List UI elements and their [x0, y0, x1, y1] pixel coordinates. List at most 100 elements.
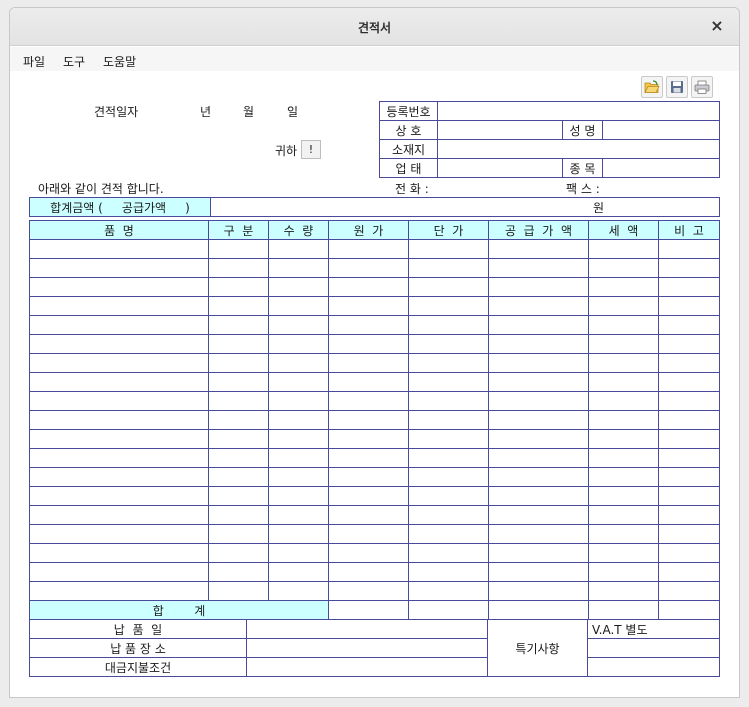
- table-cell[interactable]: [658, 353, 720, 373]
- table-cell[interactable]: [588, 372, 659, 392]
- table-cell[interactable]: [208, 543, 269, 563]
- table-cell[interactable]: [328, 277, 409, 297]
- table-cell[interactable]: [208, 258, 269, 278]
- table-cell[interactable]: [658, 467, 720, 487]
- table-cell[interactable]: [588, 315, 659, 335]
- table-cell[interactable]: [268, 562, 329, 582]
- open-folder-icon[interactable]: [641, 76, 663, 98]
- table-cell[interactable]: [29, 334, 209, 354]
- table-cell[interactable]: [328, 581, 409, 601]
- table-cell[interactable]: [658, 543, 720, 563]
- table-cell[interactable]: [408, 524, 489, 544]
- table-cell[interactable]: [488, 334, 589, 354]
- table-cell[interactable]: [658, 505, 720, 525]
- table-cell[interactable]: [328, 524, 409, 544]
- table-cell[interactable]: [658, 296, 720, 316]
- table-cell[interactable]: [208, 410, 269, 430]
- table-cell[interactable]: [408, 581, 489, 601]
- print-icon[interactable]: [691, 76, 713, 98]
- table-cell[interactable]: [208, 391, 269, 411]
- table-cell[interactable]: [29, 277, 209, 297]
- table-cell[interactable]: [658, 334, 720, 354]
- table-cell[interactable]: [588, 467, 659, 487]
- table-cell[interactable]: [658, 239, 720, 259]
- table-cell[interactable]: [488, 543, 589, 563]
- table-cell[interactable]: [208, 448, 269, 468]
- table-cell[interactable]: [208, 296, 269, 316]
- table-cell[interactable]: [328, 258, 409, 278]
- table-cell[interactable]: [588, 429, 659, 449]
- table-cell[interactable]: [29, 296, 209, 316]
- table-cell[interactable]: [208, 486, 269, 506]
- menu-help[interactable]: 도움말: [103, 53, 136, 70]
- table-cell[interactable]: [328, 410, 409, 430]
- table-cell[interactable]: [588, 410, 659, 430]
- table-cell[interactable]: [408, 334, 489, 354]
- table-cell[interactable]: [488, 239, 589, 259]
- table-cell[interactable]: [268, 524, 329, 544]
- table-cell[interactable]: [268, 334, 329, 354]
- table-cell[interactable]: [588, 296, 659, 316]
- reg-no-field[interactable]: [436, 101, 721, 121]
- table-cell[interactable]: [488, 277, 589, 297]
- table-cell[interactable]: [658, 448, 720, 468]
- table-cell[interactable]: [29, 543, 209, 563]
- table-cell[interactable]: [488, 296, 589, 316]
- table-cell[interactable]: [408, 448, 489, 468]
- table-cell[interactable]: [408, 315, 489, 335]
- table-cell[interactable]: [658, 410, 720, 430]
- table-cell[interactable]: [29, 429, 209, 449]
- recipient-button[interactable]: !: [301, 140, 321, 159]
- table-cell[interactable]: [268, 296, 329, 316]
- table-cell[interactable]: [408, 505, 489, 525]
- table-cell[interactable]: [268, 277, 329, 297]
- table-cell[interactable]: [268, 486, 329, 506]
- table-cell[interactable]: [408, 467, 489, 487]
- table-cell[interactable]: [408, 429, 489, 449]
- table-cell[interactable]: [658, 524, 720, 544]
- table-cell[interactable]: [29, 239, 209, 259]
- table-cell[interactable]: [488, 391, 589, 411]
- table-cell[interactable]: [328, 372, 409, 392]
- table-cell[interactable]: [29, 505, 209, 525]
- table-cell[interactable]: [268, 239, 329, 259]
- table-cell[interactable]: [208, 562, 269, 582]
- close-icon[interactable]: ×: [707, 16, 727, 36]
- table-cell[interactable]: [208, 315, 269, 335]
- menu-file[interactable]: 파일: [23, 53, 45, 70]
- table-cell[interactable]: [658, 277, 720, 297]
- table-cell[interactable]: [328, 315, 409, 335]
- table-cell[interactable]: [658, 258, 720, 278]
- sum-tax[interactable]: [588, 600, 659, 620]
- table-cell[interactable]: [268, 353, 329, 373]
- table-cell[interactable]: [29, 524, 209, 544]
- table-cell[interactable]: [408, 486, 489, 506]
- sum-unit-price[interactable]: [408, 600, 489, 620]
- table-cell[interactable]: [268, 505, 329, 525]
- company-field[interactable]: [437, 120, 563, 140]
- table-cell[interactable]: [488, 467, 589, 487]
- table-cell[interactable]: [408, 543, 489, 563]
- table-cell[interactable]: [268, 467, 329, 487]
- sum-note[interactable]: [658, 600, 720, 620]
- table-cell[interactable]: [268, 543, 329, 563]
- table-cell[interactable]: [588, 562, 659, 582]
- table-cell[interactable]: [29, 486, 209, 506]
- table-cell[interactable]: [328, 239, 409, 259]
- table-cell[interactable]: [658, 315, 720, 335]
- table-cell[interactable]: [268, 372, 329, 392]
- table-cell[interactable]: [328, 486, 409, 506]
- table-cell[interactable]: [408, 239, 489, 259]
- table-cell[interactable]: [29, 372, 209, 392]
- table-cell[interactable]: [328, 296, 409, 316]
- table-cell[interactable]: [588, 334, 659, 354]
- table-cell[interactable]: [588, 581, 659, 601]
- table-cell[interactable]: [208, 239, 269, 259]
- table-cell[interactable]: [29, 467, 209, 487]
- table-cell[interactable]: [588, 486, 659, 506]
- table-cell[interactable]: [29, 258, 209, 278]
- table-cell[interactable]: [488, 410, 589, 430]
- table-cell[interactable]: [588, 524, 659, 544]
- table-cell[interactable]: [408, 391, 489, 411]
- table-cell[interactable]: [29, 315, 209, 335]
